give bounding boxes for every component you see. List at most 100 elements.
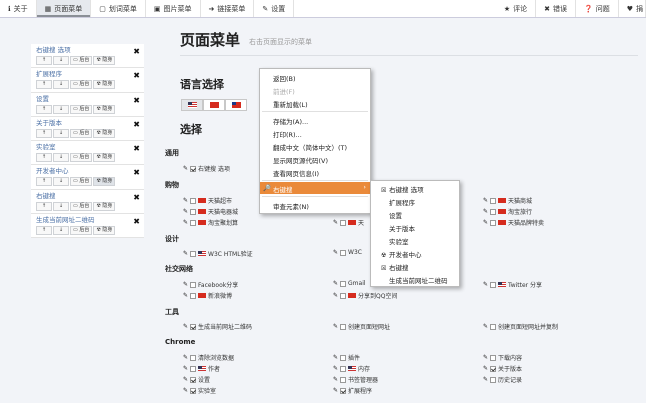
background-toggle[interactable]: ▭ 后台 bbox=[70, 201, 93, 211]
option-short-url[interactable]: ✎ 创建页面短网址 bbox=[333, 322, 390, 331]
submenu-item-settings[interactable]: 设置 bbox=[381, 210, 402, 220]
background-toggle[interactable]: ▭ 后台 bbox=[70, 104, 93, 114]
checkbox[interactable] bbox=[340, 280, 347, 287]
item-label[interactable]: 实验室 bbox=[36, 143, 139, 152]
checkbox[interactable] bbox=[190, 165, 197, 172]
move-up-button[interactable]: ↑ bbox=[36, 153, 52, 163]
tab-image-menu[interactable]: ▣ 图片菜单 bbox=[146, 0, 201, 17]
remove-icon[interactable]: ✖ bbox=[133, 193, 140, 202]
checkbox[interactable] bbox=[190, 292, 197, 299]
option-twitter[interactable]: ✎ Twitter 分享 bbox=[483, 280, 542, 289]
item-label[interactable]: 右键搜 选项 bbox=[36, 46, 139, 55]
checkbox[interactable] bbox=[490, 281, 497, 288]
edit-icon[interactable]: ✎ bbox=[183, 292, 188, 299]
menu-item-translate[interactable]: 翻成中文（简体中文）(T) bbox=[273, 142, 347, 152]
checkbox[interactable] bbox=[190, 376, 197, 383]
checkbox[interactable] bbox=[190, 387, 197, 394]
option-rs-options[interactable]: ✎ 右键搜 选项 bbox=[183, 164, 230, 173]
option-lab[interactable]: ✎ 实验室 bbox=[183, 386, 216, 395]
edit-icon[interactable]: ✎ bbox=[183, 197, 188, 204]
menu-item-inspect[interactable]: 审查元素(N) bbox=[273, 201, 309, 211]
edit-icon[interactable]: ✎ bbox=[183, 219, 188, 226]
move-down-button[interactable]: ↓ bbox=[53, 128, 69, 138]
tab-selection-menu[interactable]: ▢ 划词菜单 bbox=[91, 0, 146, 17]
incognito-toggle[interactable]: ☢ 隐身 bbox=[93, 226, 116, 236]
checkbox[interactable] bbox=[490, 323, 497, 330]
tab-donate[interactable]: ♥ 捐 bbox=[619, 0, 646, 17]
checkbox[interactable] bbox=[190, 365, 197, 372]
move-up-button[interactable]: ↑ bbox=[36, 177, 52, 187]
option-w3c-partial[interactable]: ✎ W3C bbox=[333, 249, 362, 256]
edit-icon[interactable]: ✎ bbox=[483, 208, 488, 215]
submenu-item-lab[interactable]: 实验室 bbox=[381, 236, 409, 246]
checkbox[interactable] bbox=[340, 365, 347, 372]
edit-icon[interactable]: ✎ bbox=[183, 323, 188, 330]
option-tmall-brand[interactable]: ✎ 天猫品牌特卖 bbox=[483, 218, 544, 227]
move-down-button[interactable]: ↓ bbox=[53, 177, 69, 187]
tab-link-menu[interactable]: ➜ 链接菜单 bbox=[201, 0, 255, 17]
option-qr[interactable]: ✎ 生成当前网址二维码 bbox=[183, 322, 252, 331]
remove-icon[interactable]: ✖ bbox=[133, 120, 140, 129]
remove-icon[interactable]: ✖ bbox=[133, 71, 140, 80]
checkbox[interactable] bbox=[340, 354, 347, 361]
edit-icon[interactable]: ✎ bbox=[333, 292, 338, 299]
edit-icon[interactable]: ✎ bbox=[333, 365, 338, 372]
option-memory[interactable]: ✎ 内存 bbox=[333, 364, 370, 373]
option-tmall-super[interactable]: ✎ 天猫超市 bbox=[183, 196, 232, 205]
submenu-item-rightclick-search[interactable]: ☒ 右键搜 bbox=[381, 262, 409, 272]
checkbox[interactable] bbox=[340, 292, 347, 299]
item-label[interactable]: 开发者中心 bbox=[36, 167, 139, 176]
language-zh-tw-button[interactable] bbox=[225, 99, 247, 111]
language-en-button[interactable] bbox=[181, 99, 203, 111]
incognito-toggle[interactable]: ☢ 隐身 bbox=[93, 56, 116, 65]
move-up-button[interactable]: ↑ bbox=[36, 56, 52, 65]
submenu-item-about[interactable]: 关于版本 bbox=[381, 223, 415, 233]
menu-item-save-as[interactable]: 存储为(A)... bbox=[273, 116, 308, 126]
move-up-button[interactable]: ↑ bbox=[36, 104, 52, 114]
option-settings[interactable]: ✎ 设置 bbox=[183, 375, 210, 384]
move-up-button[interactable]: ↑ bbox=[36, 80, 52, 90]
edit-icon[interactable]: ✎ bbox=[183, 387, 188, 394]
option-gmail[interactable]: ✎ Gmail bbox=[333, 280, 366, 287]
checkbox[interactable] bbox=[190, 354, 197, 361]
edit-icon[interactable]: ✎ bbox=[333, 219, 338, 226]
checkbox[interactable] bbox=[490, 354, 497, 361]
checkbox[interactable] bbox=[190, 219, 197, 226]
edit-icon[interactable]: ✎ bbox=[483, 376, 488, 383]
option-history[interactable]: ✎ 历史记录 bbox=[483, 375, 522, 384]
incognito-toggle[interactable]: ☢ 隐身 bbox=[93, 201, 116, 211]
checkbox[interactable] bbox=[340, 387, 347, 394]
edit-icon[interactable]: ✎ bbox=[333, 280, 338, 287]
checkbox[interactable] bbox=[190, 250, 197, 257]
option-extensions[interactable]: ✎ 扩展程序 bbox=[333, 386, 372, 395]
checkbox[interactable] bbox=[490, 219, 497, 226]
move-up-button[interactable]: ↑ bbox=[36, 226, 52, 236]
tab-questions[interactable]: ❓ 问题 bbox=[576, 0, 619, 17]
background-toggle[interactable]: ▭ 后台 bbox=[70, 80, 93, 90]
move-down-button[interactable]: ↓ bbox=[53, 153, 69, 163]
checkbox[interactable] bbox=[190, 323, 197, 330]
option-taobao-ju[interactable]: ✎ 淘宝聚划算 bbox=[183, 218, 238, 227]
menu-item-print[interactable]: 打印(R)... bbox=[273, 129, 302, 139]
option-tian-partial[interactable]: ✎ 天 bbox=[333, 218, 364, 227]
option-short-url-copy[interactable]: ✎ 创建页面短网址并复制 bbox=[483, 322, 558, 331]
option-bookmarks[interactable]: ✎ 书签管理器 bbox=[333, 375, 378, 384]
incognito-toggle[interactable]: ☢ 隐身 bbox=[93, 80, 116, 90]
menu-item-forward[interactable]: 前进(F) bbox=[273, 86, 295, 96]
option-qq[interactable]: ✎ 分享到QQ空间 bbox=[333, 291, 397, 300]
edit-icon[interactable]: ✎ bbox=[333, 376, 338, 383]
checkbox[interactable] bbox=[490, 197, 497, 204]
move-down-button[interactable]: ↓ bbox=[53, 226, 69, 236]
language-zh-cn-button[interactable] bbox=[203, 99, 225, 111]
edit-icon[interactable]: ✎ bbox=[183, 208, 188, 215]
option-w3c-html[interactable]: ✎ W3C HTML验证 bbox=[183, 249, 253, 258]
option-tmall-mall[interactable]: ✎ 天猫商城 bbox=[483, 196, 532, 205]
move-up-button[interactable]: ↑ bbox=[36, 128, 52, 138]
item-label[interactable]: 扩展程序 bbox=[36, 70, 139, 79]
option-about-version[interactable]: ✎ 关于版本 bbox=[483, 364, 522, 373]
option-author[interactable]: ✎ 作者 bbox=[183, 364, 220, 373]
option-plugins[interactable]: ✎ 插件 bbox=[333, 353, 360, 362]
remove-icon[interactable]: ✖ bbox=[133, 144, 140, 153]
edit-icon[interactable]: ✎ bbox=[333, 387, 338, 394]
submenu-item-options[interactable]: ☒ 右键搜 选项 bbox=[381, 184, 424, 194]
